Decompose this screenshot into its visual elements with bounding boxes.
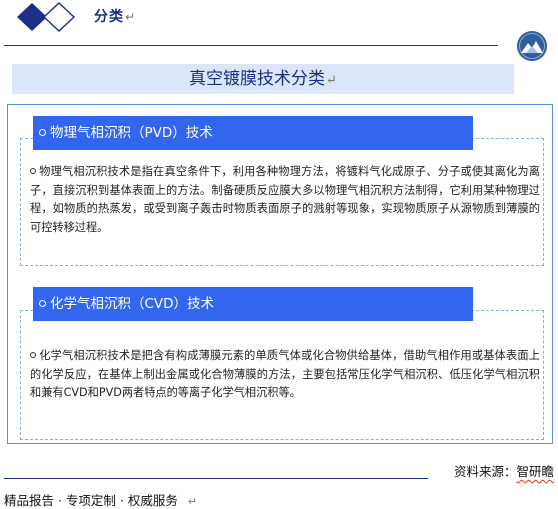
- source-prefix: 资料来源：: [453, 464, 517, 479]
- page-title-text: 真空镀膜技术分类: [189, 69, 326, 89]
- double-diamond-icon: [17, 2, 76, 32]
- footer-tagline-text: 精品报告 · 专项定制 · 权威服务: [4, 493, 178, 508]
- pilcrow-mark: ↵: [125, 10, 137, 24]
- page-title: 真空镀膜技术分类↵: [12, 64, 514, 94]
- pvd-heading-text: 物理气相沉积（PVD）技术: [50, 125, 213, 141]
- logo-icon: [517, 31, 547, 61]
- page-header: 分类↵: [0, 0, 558, 61]
- footer-tagline: 精品报告 · 专项定制 · 权威服务 ↵: [4, 490, 197, 509]
- source-brand: 智研瞻: [516, 464, 554, 479]
- pvd-section-heading: 物理气相沉积（PVD）技术: [33, 116, 473, 150]
- footer-divider: [4, 478, 428, 479]
- pvd-section-body: 物理气相沉积技术是指在真空条件下，利用各种物理方法，将镀料气化成原子、分子或使其…: [30, 163, 540, 237]
- cvd-section-heading: 化学气相沉积（CVD）技术: [33, 287, 473, 321]
- hollow-circle-bullet-icon: [39, 299, 46, 307]
- cvd-section-body: 化学气相沉积技术是把含有构成薄膜元素的单质气体或化合物供给基体，借助气相作用或基…: [30, 347, 540, 403]
- cvd-heading-text: 化学气相沉积（CVD）技术: [50, 296, 215, 312]
- source-credit: 资料来源：智研瞻: [454, 461, 554, 480]
- header-divider: [4, 45, 498, 46]
- category-label-text: 分类: [94, 9, 124, 25]
- hollow-circle-bullet-icon: [39, 128, 46, 136]
- section-category-label: 分类↵: [94, 6, 136, 26]
- hollow-circle-bullet-icon: [30, 168, 36, 174]
- pilcrow-mark: ↵: [187, 495, 198, 508]
- hollow-circle-bullet-icon: [30, 352, 36, 358]
- pilcrow-mark: ↵: [326, 73, 337, 88]
- pvd-body-text: 物理气相沉积技术是指在真空条件下，利用各种物理方法，将镀料气化成原子、分子或使其…: [30, 165, 540, 234]
- cvd-body-text: 化学气相沉积技术是把含有构成薄膜元素的单质气体或化合物供给基体，借助气相作用或基…: [30, 349, 540, 399]
